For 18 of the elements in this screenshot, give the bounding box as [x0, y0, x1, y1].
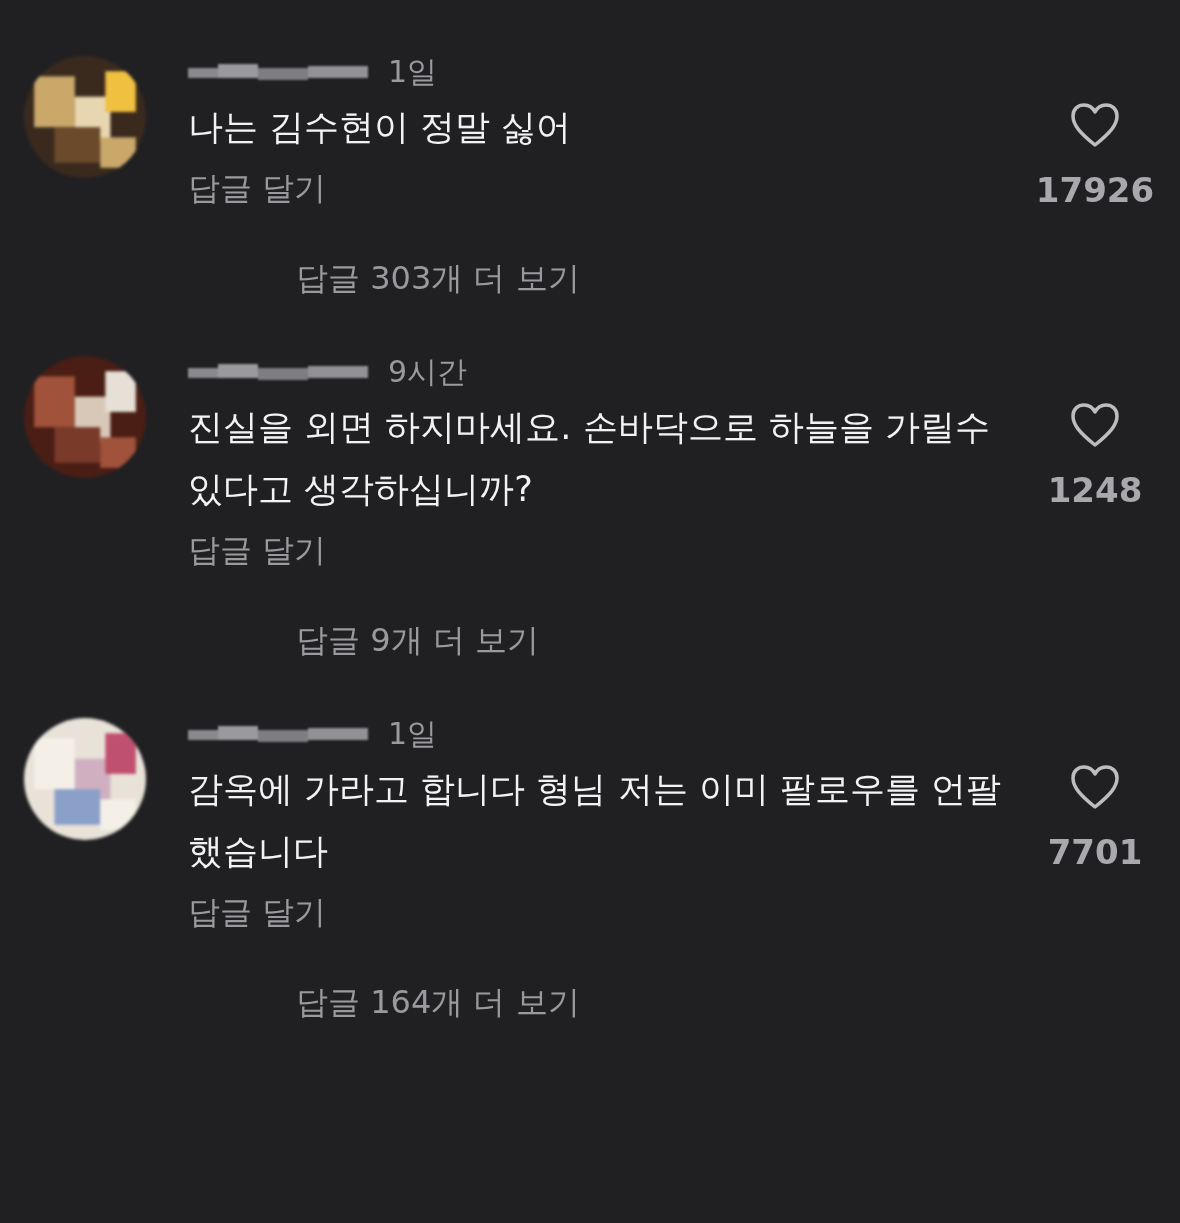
comment-text: 감옥에 가라고 합니다 형님 저는 이미 팔로우를 언팔했습니다	[188, 768, 1002, 873]
reply-button[interactable]: 답글 달기	[188, 528, 327, 572]
comment-time: 9시간	[388, 352, 468, 391]
like-count: 1248	[1047, 470, 1143, 510]
heart-icon[interactable]	[1070, 102, 1120, 148]
reply-button[interactable]: 답글 달기	[188, 166, 327, 210]
comment-time: 1일	[388, 714, 438, 753]
reply-button[interactable]: 답글 달기	[188, 890, 327, 934]
like-count: 7701	[1047, 832, 1143, 872]
comment-time: 1일	[388, 52, 438, 91]
comment-text: 진실을 외면 하지마세요. 손바닥으로 하늘을 가릴수 있다고 생각하십니까?	[188, 406, 991, 511]
view-replies-link[interactable]: 답글 164개 더 보기	[296, 980, 580, 1024]
like-count: 17926	[1035, 170, 1155, 210]
heart-icon[interactable]	[1070, 764, 1120, 810]
heart-icon[interactable]	[1070, 402, 1120, 448]
view-replies-link[interactable]: 답글 9개 더 보기	[296, 618, 539, 662]
comment-text: 나는 김수현이 정말 싫어	[188, 106, 572, 149]
view-replies-link[interactable]: 답글 303개 더 보기	[296, 256, 580, 300]
